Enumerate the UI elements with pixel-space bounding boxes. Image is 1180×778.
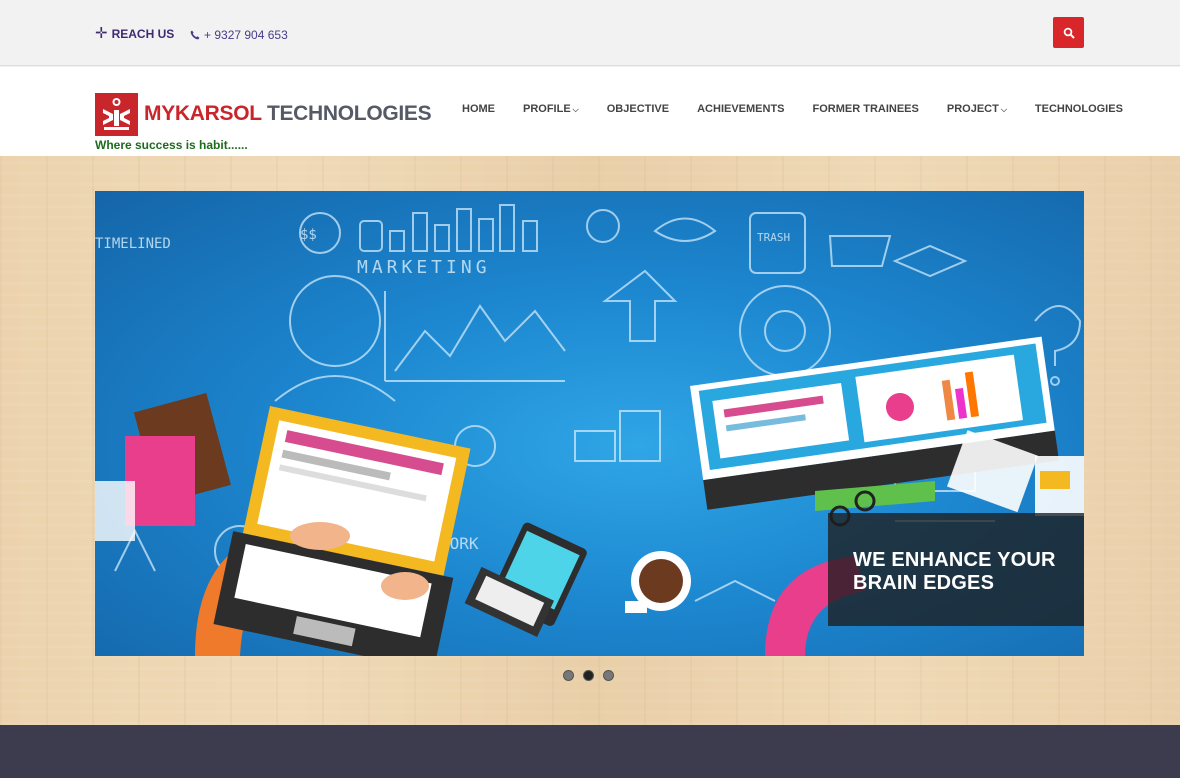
main-nav: HOME PROFILE ⌵ OBJECTIVE ACHIEVEMENTS FOR…	[448, 103, 1137, 115]
caption-line-2: BRAIN EDGES	[853, 572, 995, 594]
nav-item-objective[interactable]: OBJECTIVE	[593, 103, 683, 115]
phone-number: + 9327 904 653	[204, 28, 288, 42]
brand-name-part1: MYKARSOL	[144, 102, 262, 125]
doodle-label-marketing: MARKETING	[357, 257, 491, 278]
search-icon	[1063, 27, 1075, 39]
reach-us-label: REACH US	[111, 27, 175, 41]
brand-name[interactable]: MYKARSOL TECHNOLOGIES	[144, 102, 432, 126]
logo[interactable]	[95, 93, 138, 136]
brand-name-part2: TECHNOLOGIES	[266, 102, 432, 125]
nav-item-former-trainees[interactable]: FORMER TRAINEES	[799, 103, 933, 115]
tagline: Where success is habit......	[95, 138, 248, 152]
slide-caption: WE ENHANCE YOUR BRAIN EDGES	[828, 513, 1084, 626]
doodle-label-timelined: TIMELINED	[95, 236, 171, 252]
search-button[interactable]	[1053, 17, 1084, 48]
section-band	[0, 725, 1180, 778]
site-header: MYKARSOL TECHNOLOGIES Where success is h…	[0, 67, 1180, 156]
reach-us-link[interactable]: ✛ REACH US	[95, 25, 175, 42]
slider-dot-1[interactable]	[563, 670, 574, 681]
chevron-down-icon: ⌵	[572, 105, 579, 114]
plus-icon: ✛	[95, 25, 108, 42]
nav-item-label: TECHNOLOGIES	[1034, 103, 1123, 115]
nav-item-label: OBJECTIVE	[606, 103, 670, 115]
nav-item-label: HOME	[462, 103, 495, 115]
slider-pagination	[563, 670, 614, 681]
hero-section: TIMELINED MARKETING $$ TRASH WORK WE ENH…	[0, 156, 1180, 725]
chevron-down-icon: ⌵	[1000, 105, 1007, 114]
phone-icon	[190, 30, 200, 40]
nav-item-achievements[interactable]: ACHIEVEMENTS	[683, 103, 798, 115]
nav-item-label: FORMER TRAINEES	[812, 103, 919, 115]
nav-item-label: PROJECT	[946, 103, 999, 115]
nav-item-project[interactable]: PROJECT ⌵	[933, 103, 1021, 115]
doodle-label-trash: TRASH	[757, 231, 790, 244]
nav-item-technologies[interactable]: TECHNOLOGIES	[1021, 103, 1137, 115]
nav-item-label: ACHIEVEMENTS	[697, 103, 785, 115]
logo-mark-icon	[95, 93, 138, 136]
slider-dot-2[interactable]	[583, 670, 594, 681]
hero-slider[interactable]: TIMELINED MARKETING $$ TRASH WORK WE ENH…	[95, 191, 1084, 656]
caption-line-1: WE ENHANCE YOUR	[853, 549, 1056, 571]
top-bar: ✛ REACH US + 9327 904 653	[0, 0, 1180, 66]
nav-item-label: PROFILE	[523, 103, 571, 115]
slider-dot-3[interactable]	[603, 670, 614, 681]
nav-item-profile[interactable]: PROFILE ⌵	[509, 103, 593, 115]
phone-link[interactable]: + 9327 904 653	[190, 28, 288, 42]
nav-item-home[interactable]: HOME	[448, 103, 509, 115]
doodle-label-money: $$	[300, 227, 317, 243]
